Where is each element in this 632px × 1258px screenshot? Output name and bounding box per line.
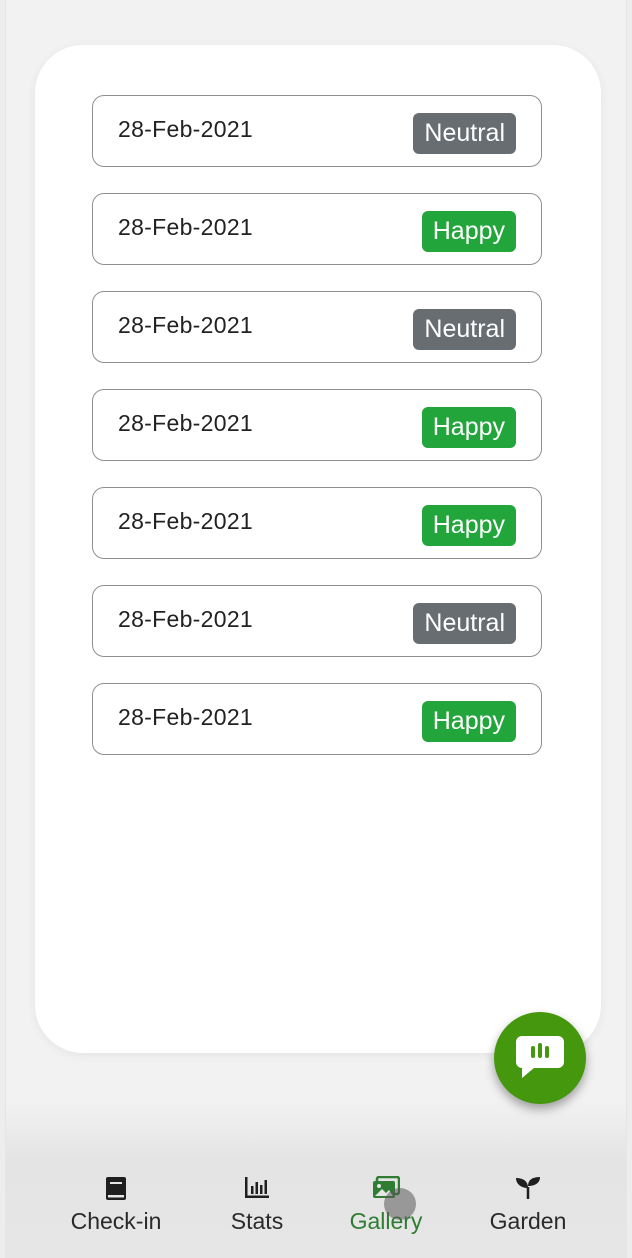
mood-badge-happy: Happy xyxy=(421,701,516,742)
mood-entry[interactable]: 28-Feb-2021 Happy xyxy=(92,683,542,755)
bar-chart-icon xyxy=(245,1177,269,1198)
entry-date: 28-Feb-2021 xyxy=(118,704,253,730)
book-icon xyxy=(106,1177,126,1200)
bottom-nav: Check-in Stats Gallery Garden xyxy=(0,1168,632,1258)
touch-indicator xyxy=(384,1188,416,1220)
mood-entry[interactable]: 28-Feb-2021 Happy xyxy=(92,193,542,265)
mood-badge-neutral: Neutral xyxy=(413,113,516,154)
entry-date: 28-Feb-2021 xyxy=(118,410,253,436)
chat-fab-button[interactable] xyxy=(494,1012,586,1104)
nav-checkin[interactable]: Check-in xyxy=(46,1176,186,1246)
mood-badge-neutral: Neutral xyxy=(413,603,516,644)
mood-badge-neutral: Neutral xyxy=(413,309,516,350)
nav-garden[interactable]: Garden xyxy=(458,1176,598,1246)
mood-badge-happy: Happy xyxy=(421,407,516,448)
entry-date: 28-Feb-2021 xyxy=(118,116,253,142)
nav-label: Garden xyxy=(489,1208,567,1234)
entry-date: 28-Feb-2021 xyxy=(118,508,253,534)
mood-entry[interactable]: 28-Feb-2021 Happy xyxy=(92,487,542,559)
entry-date: 28-Feb-2021 xyxy=(118,214,253,240)
nav-stats[interactable]: Stats xyxy=(187,1176,327,1246)
sprout-icon xyxy=(516,1177,540,1199)
mood-badge-happy: Happy xyxy=(421,211,516,252)
mood-entry[interactable]: 28-Feb-2021 Happy xyxy=(92,389,542,461)
entry-date: 28-Feb-2021 xyxy=(118,312,253,338)
nav-label: Check-in xyxy=(70,1208,162,1234)
mood-badge-happy: Happy xyxy=(421,505,516,546)
entry-date: 28-Feb-2021 xyxy=(118,606,253,632)
nav-label: Stats xyxy=(230,1208,284,1234)
mood-entry[interactable]: 28-Feb-2021 Neutral xyxy=(92,585,542,657)
mood-entry[interactable]: 28-Feb-2021 Neutral xyxy=(92,291,542,363)
chat-bubble-icon xyxy=(516,1036,564,1078)
mood-entry[interactable]: 28-Feb-2021 Neutral xyxy=(92,95,542,167)
